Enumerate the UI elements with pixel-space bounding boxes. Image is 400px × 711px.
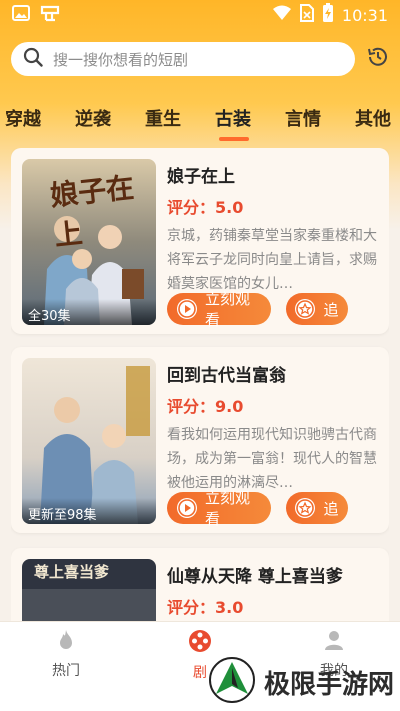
star-icon (295, 498, 316, 518)
drama-title[interactable]: 回到古代当富翁 (167, 361, 286, 386)
battery-charging-icon (322, 3, 334, 27)
drama-cover[interactable]: 尊上喜当爹 (22, 559, 156, 621)
watch-now-button[interactable]: 立刻观看 (167, 290, 271, 329)
drama-card[interactable]: 更新至98集 回到古代当富翁 评分：9.0 看我如何运用现代知识驰骋古代商场，成… (11, 347, 389, 533)
drama-score: 评分：9.0 (167, 397, 244, 416)
drama-title[interactable]: 娘子在上 (167, 162, 235, 187)
play-icon (177, 498, 197, 518)
watermark-logo-icon (208, 656, 256, 708)
drama-description: 京城，药铺秦草堂当家秦重楼和大将军云子龙同时向皇上请旨，求赐婚莫家医馆的女儿… (167, 228, 377, 292)
status-time: 10:31 (341, 5, 388, 25)
star-icon (295, 299, 316, 319)
search-input[interactable]: 搜一搜你想看的短剧 (11, 42, 355, 76)
episode-badge: 全30集 (22, 299, 156, 325)
watch-now-label: 立刻观看 (205, 489, 251, 528)
history-icon (366, 45, 390, 73)
play-icon (177, 299, 197, 319)
cover-title-art: 娘子在上 (48, 170, 136, 253)
flame-icon (54, 630, 78, 656)
drama-card[interactable]: 尊上喜当爹 仙尊从天降 尊上喜当爹 评分：3.0 (11, 548, 389, 621)
drama-cover[interactable]: 娘子在上 全30集 (22, 159, 156, 325)
follow-button[interactable]: 追 (286, 492, 348, 524)
follow-button[interactable]: 追 (286, 293, 348, 325)
site-watermark: 极限手游网 (208, 656, 398, 708)
category-tabs: 穿越 逆袭 重生 古装 言情 其他 (0, 98, 400, 141)
history-button[interactable] (365, 46, 391, 72)
follow-label: 追 (323, 499, 339, 518)
gallery-icon (12, 5, 30, 25)
search-icon (23, 47, 43, 71)
nav-hot[interactable]: 热门 (16, 628, 116, 680)
drama-list: 娘子在上 全30集 娘子在上 评分：5.0 京城，药铺秦草堂当家秦重楼和大将军云… (11, 148, 389, 621)
nav-hot-label: 热门 (52, 663, 80, 679)
cover-title-art: 尊上喜当爹 (34, 563, 110, 581)
no-sim-icon (299, 4, 314, 26)
watch-now-label: 立刻观看 (205, 290, 251, 329)
follow-label: 追 (323, 300, 339, 319)
search-row: 搜一搜你想看的短剧 (11, 41, 391, 77)
episode-badge: 更新至98集 (22, 498, 156, 524)
tab-chongsheng[interactable]: 重生 (128, 105, 198, 131)
drama-card[interactable]: 娘子在上 全30集 娘子在上 评分：5.0 京城，药铺秦草堂当家秦重楼和大将军云… (11, 148, 389, 334)
watch-now-button[interactable]: 立刻观看 (167, 489, 271, 528)
tab-nixi[interactable]: 逆袭 (58, 105, 128, 131)
tab-qita[interactable]: 其他 (338, 105, 400, 131)
search-placeholder: 搜一搜你想看的短剧 (53, 50, 189, 69)
status-bar: 10:31 (0, 0, 400, 30)
drama-cover[interactable]: 更新至98集 (22, 358, 156, 524)
user-icon (322, 631, 346, 656)
drama-title[interactable]: 仙尊从天降 尊上喜当爹 (167, 562, 343, 587)
tab-chuanyue[interactable]: 穿越 (0, 105, 58, 131)
watermark-text: 极限手游网 (264, 669, 395, 700)
tab-yanqing[interactable]: 言情 (268, 105, 338, 131)
wifi-icon (272, 5, 292, 25)
tab-guzhuang[interactable]: 古装 (198, 105, 268, 141)
drama-description: 看我如何运用现代知识驰骋古代商场，成为第一富翁！现代人的智慧被他运用的淋漓尽… (167, 427, 377, 491)
drama-score: 评分：5.0 (167, 198, 244, 217)
drama-score: 评分：3.0 (167, 598, 244, 617)
app-notification-icon (40, 4, 60, 26)
